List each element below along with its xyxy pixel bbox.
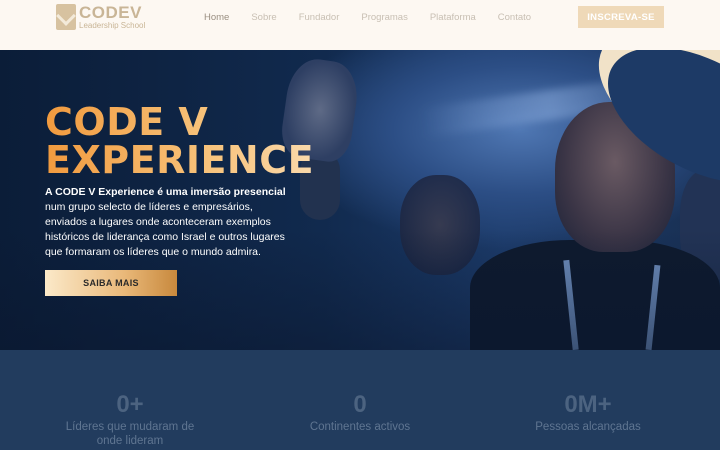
hero-title: CODE V EXPERIENCE — [45, 103, 365, 179]
logo-subtitle: Leadership School — [79, 21, 146, 30]
nav-contato[interactable]: Contato — [498, 12, 531, 23]
stat-continents: 0 Continentes activos — [270, 392, 450, 434]
stat-number: 0 — [353, 391, 367, 418]
hero-title-line2: EXPERIENCE — [45, 138, 315, 182]
nav-sobre[interactable]: Sobre — [251, 12, 276, 23]
logo-title: CODEV — [79, 3, 142, 22]
nav-plataforma[interactable]: Plataforma — [430, 12, 476, 23]
hero-description-bold: A CODE V Experience é uma imersão presen… — [45, 186, 286, 198]
saiba-mais-button[interactable]: SAIBA MAIS — [45, 270, 177, 296]
hero-description-rest: num grupo selecto de líderes e empresári… — [45, 201, 285, 258]
stat-number: 0M+ — [564, 391, 612, 418]
main-nav: Home Sobre Fundador Programas Plataforma… — [204, 12, 553, 23]
stat-label: Continentes activos — [309, 421, 411, 433]
inscreva-se-button[interactable]: INSCREVA-SE — [578, 6, 664, 28]
stat-label: Pessoas alcançadas — [535, 421, 641, 433]
hero-section: CODE V EXPERIENCE A CODE V Experience é … — [0, 50, 720, 350]
stats-section: 0+ Líderes que mudaram de onde lideram 0… — [0, 350, 720, 450]
nav-programas[interactable]: Programas — [361, 12, 407, 23]
stat-leaders: 0+ Líderes que mudaram de onde lideram — [40, 392, 220, 448]
nav-home[interactable]: Home — [204, 12, 229, 23]
logo[interactable]: CODEV Leadership School — [56, 4, 145, 30]
site-header: CODEV Leadership School Home Sobre Funda… — [0, 0, 720, 50]
stat-people: 0M+ Pessoas alcançadas — [498, 392, 678, 434]
stat-label: Líderes que mudaram de onde lideram — [65, 421, 195, 447]
hero-description: A CODE V Experience é uma imersão presen… — [45, 185, 295, 260]
nav-fundador[interactable]: Fundador — [299, 12, 340, 23]
logo-v-icon — [56, 4, 76, 30]
stat-number: 0+ — [116, 391, 144, 418]
